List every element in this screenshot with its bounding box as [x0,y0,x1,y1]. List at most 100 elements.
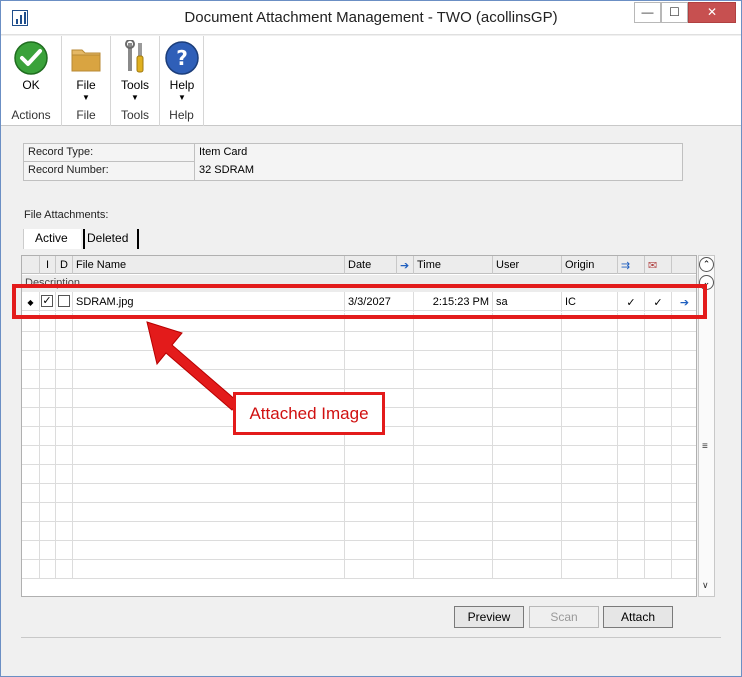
grid-cell[interactable] [645,503,672,522]
grid-cell[interactable] [414,351,493,370]
grid-cell[interactable] [645,427,672,446]
grid-cell[interactable] [22,389,40,408]
help-button[interactable]: ? Help ▼ [159,38,205,102]
grid-cell[interactable] [56,408,73,427]
grid-cell[interactable] [562,408,618,427]
grid-cell[interactable] [40,560,56,579]
grid-cell[interactable] [56,351,73,370]
export-icon[interactable]: ⇉ [618,256,645,274]
grid-cell[interactable] [56,370,73,389]
email-icon[interactable]: ✉ [645,256,672,274]
grid-cell[interactable] [40,522,56,541]
grid-cell[interactable] [672,541,696,560]
grid-cell[interactable] [414,560,493,579]
grid-cell[interactable] [672,465,696,484]
grid-cell[interactable] [56,389,73,408]
grid-cell[interactable] [493,541,562,560]
grid-cell[interactable] [56,332,73,351]
grid-cell[interactable] [493,408,562,427]
grid-cell[interactable] [618,408,645,427]
header-time[interactable]: Time [414,256,493,274]
grid-cell[interactable] [22,351,40,370]
grid-cell[interactable] [73,560,345,579]
grid-cell[interactable] [22,370,40,389]
grid-cell[interactable] [73,370,345,389]
grid-cell[interactable] [40,541,56,560]
grid-cell[interactable] [562,484,618,503]
header-d[interactable]: D [56,256,73,274]
grid-cell[interactable] [672,332,696,351]
grid-cell[interactable] [40,408,56,427]
grid-cell[interactable] [672,370,696,389]
grid-cell[interactable] [493,522,562,541]
grid-cell[interactable] [345,541,414,560]
grid-cell[interactable] [562,503,618,522]
grid-cell[interactable] [414,370,493,389]
grid-cell[interactable] [73,465,345,484]
table-row[interactable] [22,484,696,503]
grid-cell[interactable] [672,503,696,522]
grid-cell[interactable] [618,484,645,503]
file-button[interactable]: File ▼ [63,38,109,102]
minimize-button[interactable]: — [634,2,661,23]
grid-cell[interactable] [672,522,696,541]
grid-cell[interactable] [672,560,696,579]
header-file-name[interactable]: File Name [73,256,345,274]
grid-cell[interactable] [73,351,345,370]
grid-cell[interactable] [345,484,414,503]
grid-cell[interactable] [493,446,562,465]
table-row[interactable] [22,465,696,484]
grid-cell[interactable] [493,332,562,351]
grid-cell[interactable] [40,484,56,503]
grid-cell[interactable] [493,465,562,484]
grid-cell[interactable] [345,465,414,484]
grid-cell[interactable] [493,351,562,370]
grid-cell[interactable] [672,484,696,503]
grid-cell[interactable] [345,560,414,579]
ok-button[interactable]: OK [8,38,54,100]
grid-cell[interactable] [618,351,645,370]
arrow-right-icon[interactable]: ➔ [397,256,414,274]
grid-cell[interactable] [22,522,40,541]
grid-cell[interactable] [414,446,493,465]
grid-cell[interactable] [562,332,618,351]
table-row[interactable] [22,541,696,560]
grid-cell[interactable] [618,522,645,541]
grid-cell[interactable] [562,541,618,560]
header-date[interactable]: Date [345,256,397,274]
grid-cell[interactable] [562,560,618,579]
table-row[interactable] [22,522,696,541]
grid-cell[interactable] [414,484,493,503]
grid-cell[interactable] [493,389,562,408]
grid-cell[interactable] [562,370,618,389]
grid-cell[interactable] [618,465,645,484]
grid-cell[interactable] [40,332,56,351]
grid-cell[interactable] [56,484,73,503]
grid-cell[interactable] [645,446,672,465]
table-row[interactable] [22,446,696,465]
grid-cell[interactable] [40,503,56,522]
grid-cell[interactable] [345,370,414,389]
grid-cell[interactable] [56,541,73,560]
scroll-down-icon[interactable]: ∨ [702,580,709,591]
grid-cell[interactable] [672,351,696,370]
grid-cell[interactable] [345,351,414,370]
tools-button[interactable]: Tools ▼ [112,38,158,102]
grid-cell[interactable] [73,541,345,560]
header-i[interactable]: I [40,256,56,274]
grid-cell[interactable] [22,503,40,522]
grid-cell[interactable] [73,332,345,351]
grid-cell[interactable] [645,370,672,389]
scan-button[interactable]: Scan [529,606,599,628]
grid-cell[interactable] [618,446,645,465]
grid-cell[interactable] [562,446,618,465]
grid-cell[interactable] [562,427,618,446]
grid-cell[interactable] [672,389,696,408]
grid-cell[interactable] [618,541,645,560]
grid-cell[interactable] [618,503,645,522]
maximize-button[interactable]: ☐ [661,2,688,23]
grid-cell[interactable] [56,560,73,579]
grid-cell[interactable] [414,465,493,484]
grid-cell[interactable] [414,408,493,427]
grid-cell[interactable] [22,484,40,503]
